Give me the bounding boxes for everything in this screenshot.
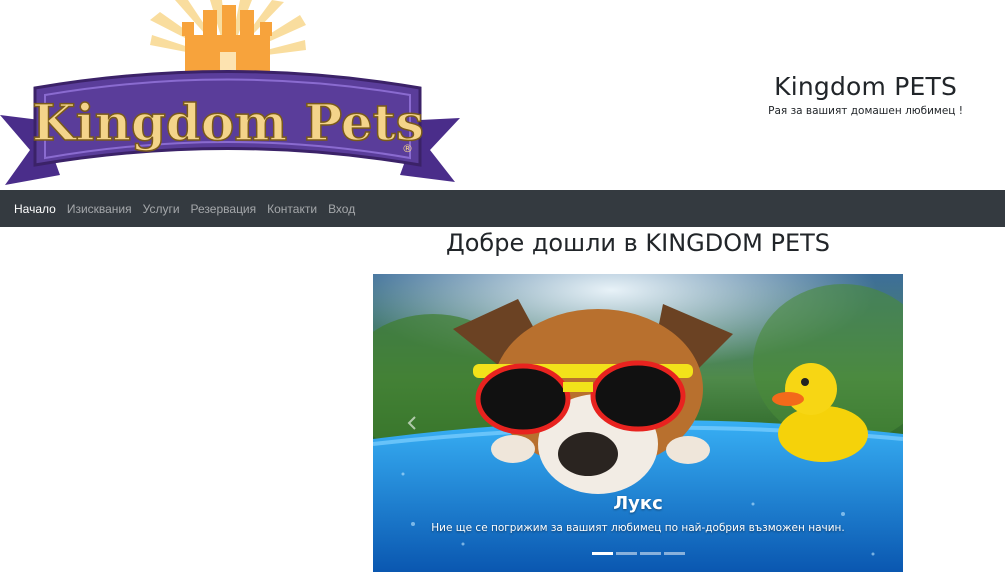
carousel-indicator-2[interactable] — [616, 552, 637, 555]
page-title: Добре дошли в KINGDOM PETS — [445, 229, 831, 257]
main-navbar: Начало Изисквания Услуги Резервация Конт… — [0, 190, 1005, 227]
brand-block: Kingdom PETS Рая за вашият домашен любим… — [768, 72, 963, 117]
page-header: Kingdom Pets ® Kingdom PETS Рая за вашия… — [0, 0, 1005, 190]
carousel-caption-title: Лукс — [613, 493, 663, 514]
carousel-indicator-1[interactable] — [592, 552, 613, 555]
nav-item-services[interactable]: Услуги — [143, 202, 180, 216]
nav-item-requirements[interactable]: Изисквания — [67, 202, 132, 216]
brand-subtitle: Рая за вашият домашен любимец ! — [768, 105, 963, 117]
chevron-left-icon — [407, 416, 416, 430]
carousel-indicators — [592, 552, 685, 555]
carousel-indicator-3[interactable] — [640, 552, 661, 555]
nav-item-reservation[interactable]: Резервация — [191, 202, 257, 216]
registered-mark: ® — [402, 142, 413, 155]
brand-title: Kingdom PETS — [774, 72, 958, 101]
nav-item-home[interactable]: Начало — [14, 202, 56, 216]
nav-item-login[interactable]: Вход — [328, 202, 355, 216]
logo-wordmark: Kingdom Pets — [32, 93, 424, 152]
kingdom-pets-logo[interactable]: Kingdom Pets ® — [0, 0, 460, 190]
nav-item-contacts[interactable]: Контакти — [267, 202, 317, 216]
carousel-indicator-4[interactable] — [664, 552, 685, 555]
carousel-caption-text: Ние ще се погрижим за вашият любимец по … — [431, 522, 845, 534]
